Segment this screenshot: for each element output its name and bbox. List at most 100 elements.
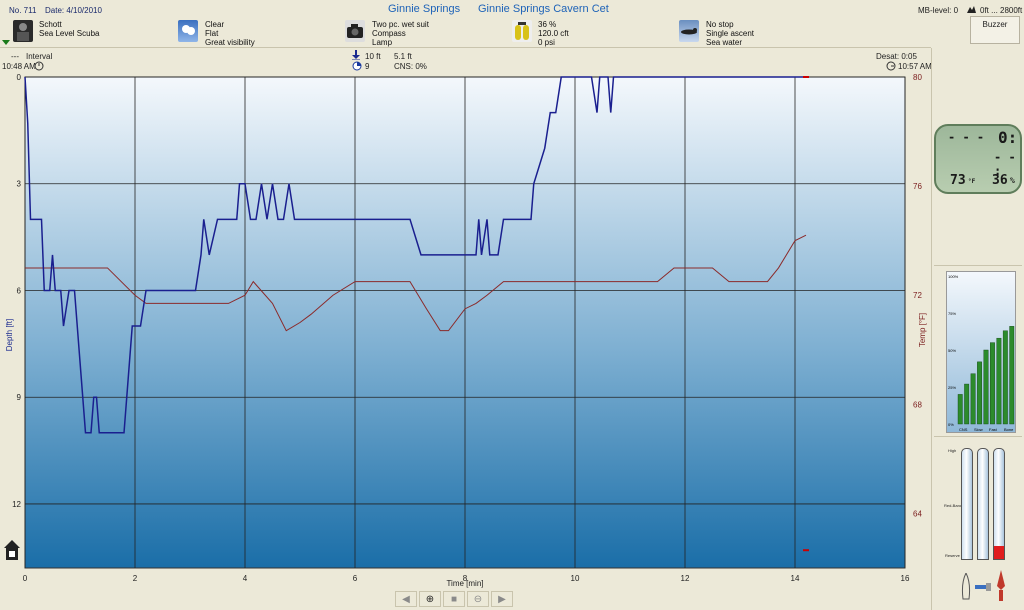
tissue-bar (1002, 330, 1008, 425)
temp-tick-label: 76 (913, 182, 922, 191)
gauge-label-high: High (948, 448, 957, 453)
lcd-top-right: 0: (998, 128, 1018, 147)
visibility-text: Great visibility (205, 38, 255, 47)
dive-location: Ginnie Springs Cavern Cet (478, 3, 609, 15)
x-tick-label: 6 (353, 574, 358, 583)
x-tick-label: 12 (681, 574, 690, 583)
previous-button[interactable]: ◀ (395, 591, 417, 607)
tank-gauge-fill (994, 545, 1004, 559)
equipment-info: Two pc. wet suit Compass Lamp (372, 20, 429, 47)
tissue-y-label: 25% (948, 385, 956, 390)
x-tick-label: 16 (901, 574, 910, 583)
tank-gauge (977, 448, 989, 560)
depth-tick-label: 12 (12, 500, 21, 509)
tank-pressure: 0 psi (538, 38, 555, 47)
tank-gauge (993, 448, 1005, 560)
time-axis-label: Time [min] (446, 579, 483, 588)
depth-tick-label: 9 (17, 393, 22, 402)
playback-toolbar: ◀ ⊕ ■ ⊖ ▶ (395, 591, 513, 607)
deco-info: No stop Single ascent Sea water (706, 20, 754, 47)
zoom-out-button[interactable]: ⊖ (467, 591, 489, 607)
zoom-in-button[interactable]: ⊕ (419, 591, 441, 607)
x-tick-label: 0 (23, 574, 28, 583)
tissue-saturation-chart: 100% 75% 50% 25% 0% CNS Slow Fast Bone (946, 271, 1016, 433)
tissue-bar (977, 361, 982, 425)
gauge-label-redband: Red-Band (944, 503, 963, 508)
weather-icon (178, 20, 198, 42)
lamp-text: Lamp (372, 38, 393, 47)
tissue-y-label: 0% (948, 422, 954, 427)
oxygen-percent: 36 % (538, 20, 557, 29)
lcd-temperature: 73 (950, 173, 966, 188)
compass-text: Compass (372, 29, 406, 38)
temp-tick-label: 68 (913, 400, 922, 409)
altitude-range: 0ft ... 2800ft (980, 6, 1023, 15)
tissue-bar (1009, 326, 1015, 425)
torch-icon (975, 583, 991, 591)
dive-profile-chart: 0 2 4 6 8 10 12 14 16 036912 8076726864 Time [mi… (5, 73, 927, 588)
gas-info: 36 % 120.0 cft 0 psi (538, 20, 569, 47)
stop-button[interactable]: ■ (443, 591, 465, 607)
tissue-x-label: Bone (1004, 427, 1014, 432)
knife-icon (995, 570, 1007, 602)
tank-icon (512, 20, 532, 42)
panel-sep-2 (934, 436, 1022, 437)
max-depth-icon (352, 50, 360, 61)
tissue-bar (983, 349, 989, 425)
mountain-icon (967, 5, 976, 13)
tissue-y-label: 100% (948, 274, 959, 279)
diver-club: Sea Level Scuba (39, 29, 100, 38)
diver-info: Schott Sea Level Scuba (39, 20, 100, 38)
temp-tick-label: 64 (913, 509, 922, 518)
water-type-text: Sea water (706, 38, 743, 47)
tank-gauge (961, 448, 973, 560)
right-panel-divider (931, 48, 932, 610)
x-tick-label: 4 (243, 574, 248, 583)
tissue-bar (970, 373, 976, 425)
dive-site: Ginnie Springs (388, 3, 461, 15)
tissue-bar (957, 394, 963, 425)
ascent-text: Single ascent (706, 29, 755, 38)
buzzer-button[interactable]: Buzzer (970, 16, 1020, 44)
depth-axis-label: Depth [ft] (5, 319, 14, 351)
mb-level: MB-level: 0 (918, 6, 959, 15)
tissue-x-label: Fast (989, 427, 998, 432)
x-tick-label: 14 (791, 574, 800, 583)
tissue-x-label: CNS (959, 427, 968, 432)
tissue-bar (990, 342, 995, 425)
tissue-bar (964, 383, 970, 425)
suit-text: Two pc. wet suit (372, 20, 429, 29)
weather-text: Clear (205, 20, 225, 29)
camera-icon (345, 20, 365, 42)
lcd-top-left: - - - (948, 130, 985, 144)
tank-gauges: High Red-Band Reserve (942, 440, 1022, 570)
tissue-y-label: 50% (948, 348, 956, 353)
surface-text: Flat (205, 29, 219, 38)
diver-swim-icon (679, 20, 699, 42)
diver-name: Schott (39, 20, 62, 29)
safety-stop-icon (3, 539, 21, 561)
tissue-y-label: 75% (948, 311, 956, 316)
tissue-bar (996, 337, 1002, 425)
depth-tick-label: 3 (17, 180, 22, 189)
x-tick-label: 2 (133, 574, 138, 583)
panel-sep-1 (934, 265, 1022, 266)
diver-photo (13, 20, 33, 42)
deco-stop-text: No stop (706, 20, 734, 29)
lcd-oxygen-unit: % (1010, 176, 1015, 185)
next-button[interactable]: ▶ (491, 591, 513, 607)
x-tick-label: 10 (571, 574, 580, 583)
lcd-oxygen: 36 (992, 173, 1008, 188)
expand-arrow-icon[interactable] (2, 38, 10, 46)
lcd-temp-unit: °F (968, 178, 976, 185)
conditions-info: Clear Flat Great visibility (205, 20, 255, 47)
depth-tick-label: 0 (17, 73, 22, 82)
dive-number: No. 711 (9, 6, 37, 15)
depth-tick-label: 6 (17, 286, 22, 295)
fin-icon (960, 571, 972, 601)
temp-tick-label: 80 (913, 73, 922, 82)
dive-log-window: No. 711 Date: 4/10/2010 Ginnie Springs G… (0, 0, 1024, 610)
dive-computer-display: - - - 0: - - : 73 °F 36 % (934, 124, 1022, 194)
temp-tick-label: 72 (913, 291, 922, 300)
gauge-label-reserve: Reserve (945, 553, 960, 558)
